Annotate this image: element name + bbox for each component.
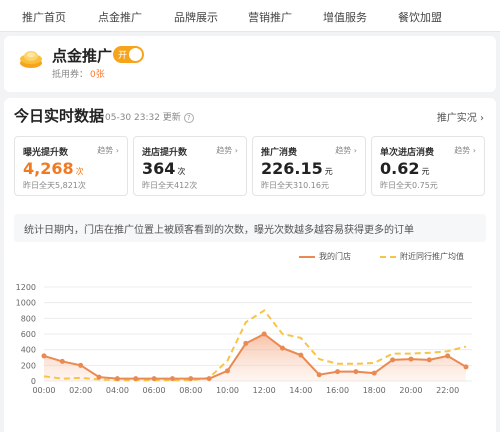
x-tick-label: 06:00 [143, 386, 166, 395]
y-tick-label: 1000 [16, 299, 36, 308]
x-tick-label: 16:00 [326, 386, 349, 395]
x-tick-label: 18:00 [363, 386, 386, 395]
x-tick-label: 14:00 [289, 386, 312, 395]
data-point-mine [408, 356, 414, 362]
x-tick-label: 00:00 [32, 386, 55, 395]
data-point-mine [445, 353, 451, 359]
data-point-mine [224, 368, 230, 374]
x-tick-label: 08:00 [179, 386, 202, 395]
data-point-mine [335, 369, 341, 375]
data-point-mine [353, 369, 359, 375]
x-tick-label: 12:00 [253, 386, 276, 395]
data-point-mine [169, 376, 175, 382]
x-tick-label: 20:00 [399, 386, 422, 395]
data-point-mine [96, 374, 102, 380]
y-tick-label: 600 [21, 330, 36, 339]
data-point-mine [41, 353, 47, 359]
data-point-mine [188, 376, 194, 382]
x-tick-label: 02:00 [69, 386, 92, 395]
x-tick-label: 22:00 [436, 386, 459, 395]
data-point-mine [463, 364, 469, 370]
data-point-mine [298, 352, 304, 358]
data-point-mine [371, 370, 377, 376]
y-tick-label: 800 [21, 314, 36, 323]
data-point-mine [390, 357, 396, 363]
x-tick-label: 04:00 [106, 386, 129, 395]
series-mine-area [44, 334, 466, 381]
data-point-mine [261, 331, 267, 337]
y-tick-label: 1200 [16, 283, 36, 292]
data-point-mine [59, 358, 65, 364]
data-point-mine [133, 376, 139, 382]
y-tick-label: 200 [21, 361, 36, 370]
exposure-line-chart: 0 200 400 600 800 1000 1200 00:00 02:00 04:00 06:0… [16, 283, 472, 395]
data-point-mine [243, 340, 249, 346]
data-point-mine [151, 376, 157, 382]
data-point-mine [78, 362, 84, 368]
data-point-mine [206, 376, 212, 382]
y-tick-label: 400 [21, 346, 36, 355]
y-tick-label: 0 [31, 377, 36, 386]
data-point-mine [426, 357, 432, 363]
data-point-mine [114, 376, 120, 382]
x-tick-label: 10:00 [216, 386, 239, 395]
data-point-mine [316, 372, 322, 378]
data-point-mine [280, 345, 286, 351]
